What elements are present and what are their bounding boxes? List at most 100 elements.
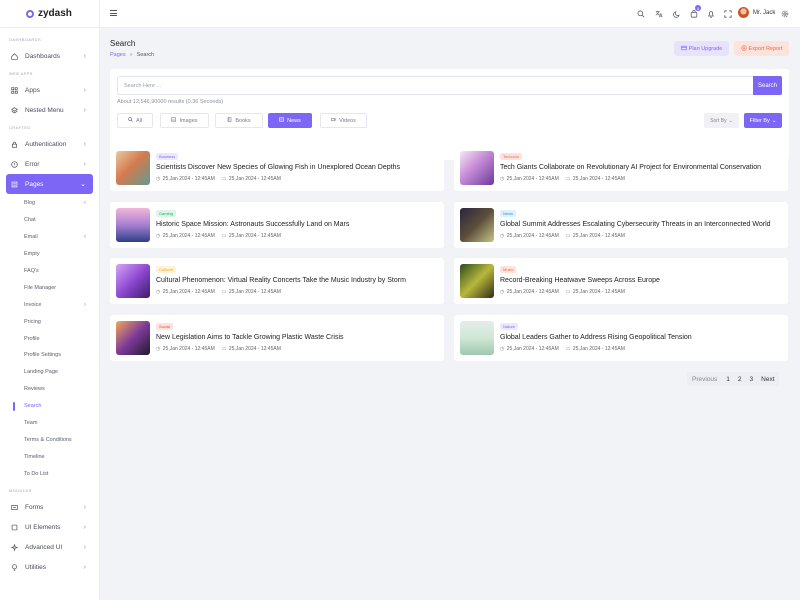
tab-news[interactable]: News	[268, 113, 312, 128]
news-title[interactable]: Tech Giants Collaborate on Revolutionary…	[500, 164, 761, 171]
section-label-modules: MODULES	[9, 488, 32, 494]
pagination-page[interactable]: 3	[745, 372, 758, 386]
plan-upgrade-button[interactable]: Plan Upgrade	[674, 41, 729, 56]
bulb-icon	[11, 563, 18, 571]
news-thumbnail	[116, 321, 150, 356]
news-title[interactable]: Historic Space Mission: Astronauts Succe…	[156, 221, 349, 228]
sidebar-subitem[interactable]: Landing Page	[0, 364, 99, 381]
tab-videos[interactable]: Videos	[320, 113, 367, 128]
sidebar-item-dashboards[interactable]: Dashboards ›	[6, 46, 93, 66]
news-meta: ◷ 25,Jan 2024 - 12:45AM ▭ 25,Jan 2024 - 1…	[156, 346, 281, 352]
user-menu[interactable]: Mr. Jack	[738, 7, 775, 18]
section-label-crafted: CRAFTED	[9, 125, 31, 130]
sidebar-subitem[interactable]: File Manager	[0, 279, 99, 296]
chevron-right-icon: ›	[83, 503, 86, 511]
results-count: About 12,546,90000 results (0.36 Seconds…	[117, 99, 224, 105]
search-icon[interactable]	[636, 9, 645, 18]
posted-time: ◷ 25,Jan 2024 - 12:45AM	[500, 233, 559, 239]
sidebar-subitem[interactable]: FAQ's	[0, 263, 99, 280]
news-title[interactable]: Global Summit Addresses Escalating Cyber…	[500, 221, 771, 228]
sidebar-subitem[interactable]: To Do List	[0, 465, 99, 482]
chevron-right-icon: ›	[83, 140, 86, 148]
pagination-page[interactable]: 2	[733, 372, 746, 386]
sidebar-subitem-label: Landing Page	[24, 369, 58, 376]
breadcrumb-link-pages[interactable]: Pages	[110, 52, 126, 58]
sidebar-subitem[interactable]: Team	[0, 415, 99, 432]
main-content: Search Pages » Search Plan Upgrade Expor…	[100, 28, 800, 600]
sidebar-item-advanced-ui[interactable]: Advanced UI ›	[6, 537, 93, 557]
news-thumbnail	[460, 207, 494, 242]
export-report-label: Export Report	[748, 45, 783, 52]
sidebar-item-apps[interactable]: Apps ›	[6, 80, 93, 100]
sidebar-subitem[interactable]: Timeline	[0, 448, 99, 465]
category-badge: Cultural	[156, 266, 176, 274]
filter-by-dropdown[interactable]: Filter By ⌄	[744, 113, 782, 128]
sidebar-item-error[interactable]: Error ›	[6, 154, 93, 174]
posted-time: ◷ 25,Jan 2024 - 12:45AM	[500, 176, 559, 182]
tab-all[interactable]: All	[117, 113, 153, 128]
sidebar-subitem[interactable]: Pricing	[0, 313, 99, 330]
news-card[interactable]: Nature Global Leaders Gather to Address R…	[454, 315, 788, 362]
home-icon	[11, 52, 18, 60]
news-title[interactable]: New Legislation Aims to Tackle Growing P…	[156, 334, 344, 341]
category-badge: Music	[500, 266, 517, 274]
search-button[interactable]: Search	[753, 76, 782, 95]
news-card[interactable]: Gaming Historic Space Mission: Astronauts…	[110, 201, 444, 248]
news-card[interactable]: Business Scientists Discover New Species …	[110, 145, 444, 191]
layers-icon	[11, 106, 18, 114]
sort-by-dropdown[interactable]: Sort By ⌄	[704, 113, 739, 128]
posted-time: ◷ 25,Jan 2024 - 12:45AM	[500, 289, 559, 295]
sidebar-subitem[interactable]: Search	[0, 398, 99, 415]
sidebar-item-utilities[interactable]: Utilities ›	[6, 557, 93, 577]
sidebar-subitem[interactable]: Email ›	[0, 229, 99, 246]
export-report-button[interactable]: Export Report	[734, 41, 789, 56]
news-card[interactable]: Music Record-Breaking Heatwave Sweeps Acr…	[454, 258, 788, 305]
news-card[interactable]: News Global Summit Addresses Escalating C…	[454, 201, 788, 248]
pagination-next[interactable]: Next	[757, 372, 779, 386]
sidebar-subitem[interactable]: Blog ›	[0, 195, 99, 212]
fullscreen-icon[interactable]	[723, 9, 732, 18]
chevron-right-icon: ›	[83, 563, 86, 571]
sidebar-item-forms[interactable]: Forms ›	[6, 497, 93, 517]
translate-icon[interactable]	[654, 9, 663, 18]
date-text: 25,Jan 2024 - 12:45AM	[572, 346, 625, 353]
news-card[interactable]: Cultural Cultural Phenomenon: Virtual Rea…	[110, 258, 444, 305]
sidebar-item-pages[interactable]: Pages ⌄	[6, 174, 93, 194]
sidebar-subitem[interactable]: Profile	[0, 330, 99, 347]
sidebar-subitem[interactable]: Chat	[0, 212, 99, 229]
news-title[interactable]: Cultural Phenomenon: Virtual Reality Con…	[156, 277, 406, 284]
news-title[interactable]: Scientists Discover New Species of Glowi…	[156, 164, 400, 171]
posted-time: ◷ 25,Jan 2024 - 12:45AM	[156, 176, 215, 182]
sidebar-subitem-label: Invoice	[24, 301, 42, 308]
news-title[interactable]: Record-Breaking Heatwave Sweeps Across E…	[500, 277, 660, 284]
news-card[interactable]: Technolo Tech Giants Collaborate on Revol…	[454, 145, 788, 191]
pagination-page[interactable]: 1	[722, 372, 734, 386]
gear-icon[interactable]	[780, 9, 789, 18]
clock-icon: ◷	[156, 232, 162, 239]
sidebar-subitem[interactable]: Reviews	[0, 381, 99, 398]
menu-toggle-icon[interactable]	[110, 10, 117, 17]
tab-books[interactable]: Books	[215, 113, 263, 128]
sidebar-item-authentication[interactable]: Authentication ›	[6, 134, 93, 154]
sidebar-subitem[interactable]: Terms & Conditions	[0, 431, 99, 448]
tab-images[interactable]: Images	[160, 113, 209, 128]
page-title: Search	[110, 39, 136, 48]
sidebar-item-ui-elements[interactable]: UI Elements ›	[6, 517, 93, 537]
bell-icon[interactable]	[706, 9, 715, 18]
calendar-icon: ▭	[221, 176, 228, 182]
sidebar-subitem[interactable]: Empty	[0, 246, 99, 263]
sidebar-subitem[interactable]: Profile Settings	[0, 347, 99, 364]
logo[interactable]: zydash	[0, 0, 99, 28]
moon-icon[interactable]	[672, 9, 681, 18]
search-input[interactable]: Search Here ...	[117, 76, 754, 95]
chevron-right-icon: ›	[84, 234, 86, 241]
clock-icon: ◷	[500, 176, 506, 182]
chevron-right-icon: ›	[83, 160, 86, 168]
sidebar-subitem[interactable]: Invoice ›	[0, 296, 99, 313]
calendar-icon: ▭	[565, 232, 572, 239]
sidebar-item-nested-menu[interactable]: Nested Menu ›	[6, 100, 93, 120]
cart-icon[interactable]: 5	[689, 5, 701, 18]
pagination-previous[interactable]: Previous	[687, 372, 723, 386]
news-title[interactable]: Global Leaders Gather to Address Rising …	[500, 334, 692, 341]
news-card[interactable]: Social New Legislation Aims to Tackle Gro…	[110, 315, 444, 362]
